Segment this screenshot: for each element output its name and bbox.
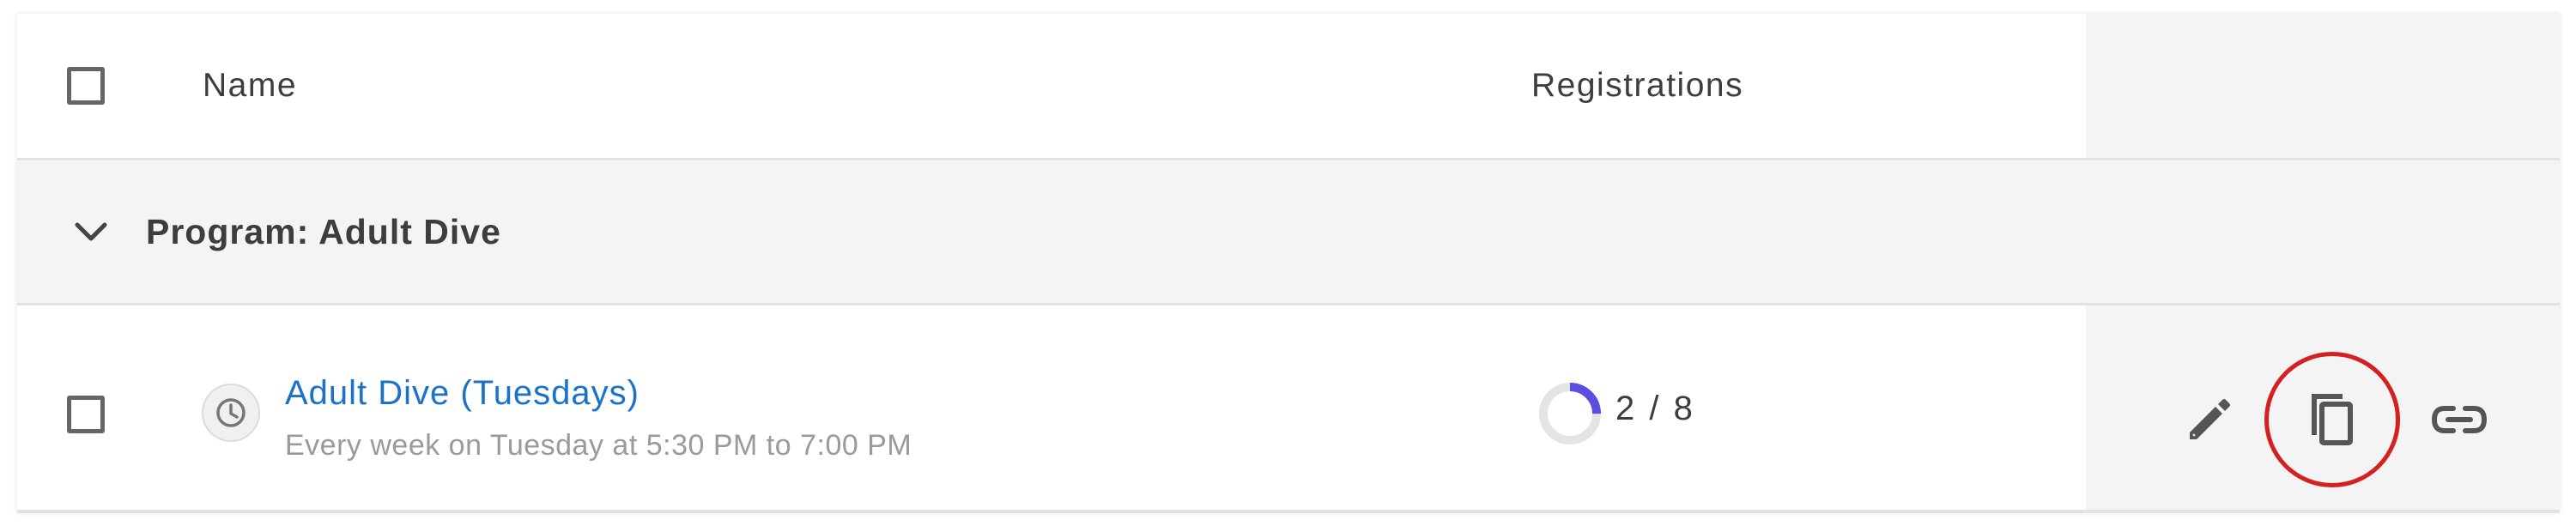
events-table: Name Registrations Program: Adult Dive A… [17,14,2560,513]
column-header-registrations[interactable]: Registrations [1531,14,1743,158]
event-schedule: Every week on Tuesday at 5:30 PM to 7:00… [285,429,912,462]
select-all-checkbox[interactable] [67,67,105,105]
column-header-name[interactable]: Name [203,14,297,158]
program-group-title: Program: Adult Dive [146,212,501,251]
clock-icon [202,384,260,442]
registration-progress-ring [1539,383,1601,444]
chevron-down-icon[interactable] [70,211,112,252]
table-row: Adult Dive (Tuesdays) Every week on Tues… [17,305,2560,508]
event-title-link[interactable]: Adult Dive (Tuesdays) [285,374,639,413]
table-bottom-divider [17,510,2560,513]
registration-count: 2 / 8 [1615,390,1695,427]
table-header-row: Name Registrations [17,14,2560,160]
program-group-row[interactable]: Program: Adult Dive [17,160,2560,305]
row-select-checkbox[interactable] [67,396,105,433]
edit-icon[interactable] [2169,381,2246,458]
link-icon[interactable] [2421,381,2498,458]
copy-icon[interactable] [2294,381,2371,458]
